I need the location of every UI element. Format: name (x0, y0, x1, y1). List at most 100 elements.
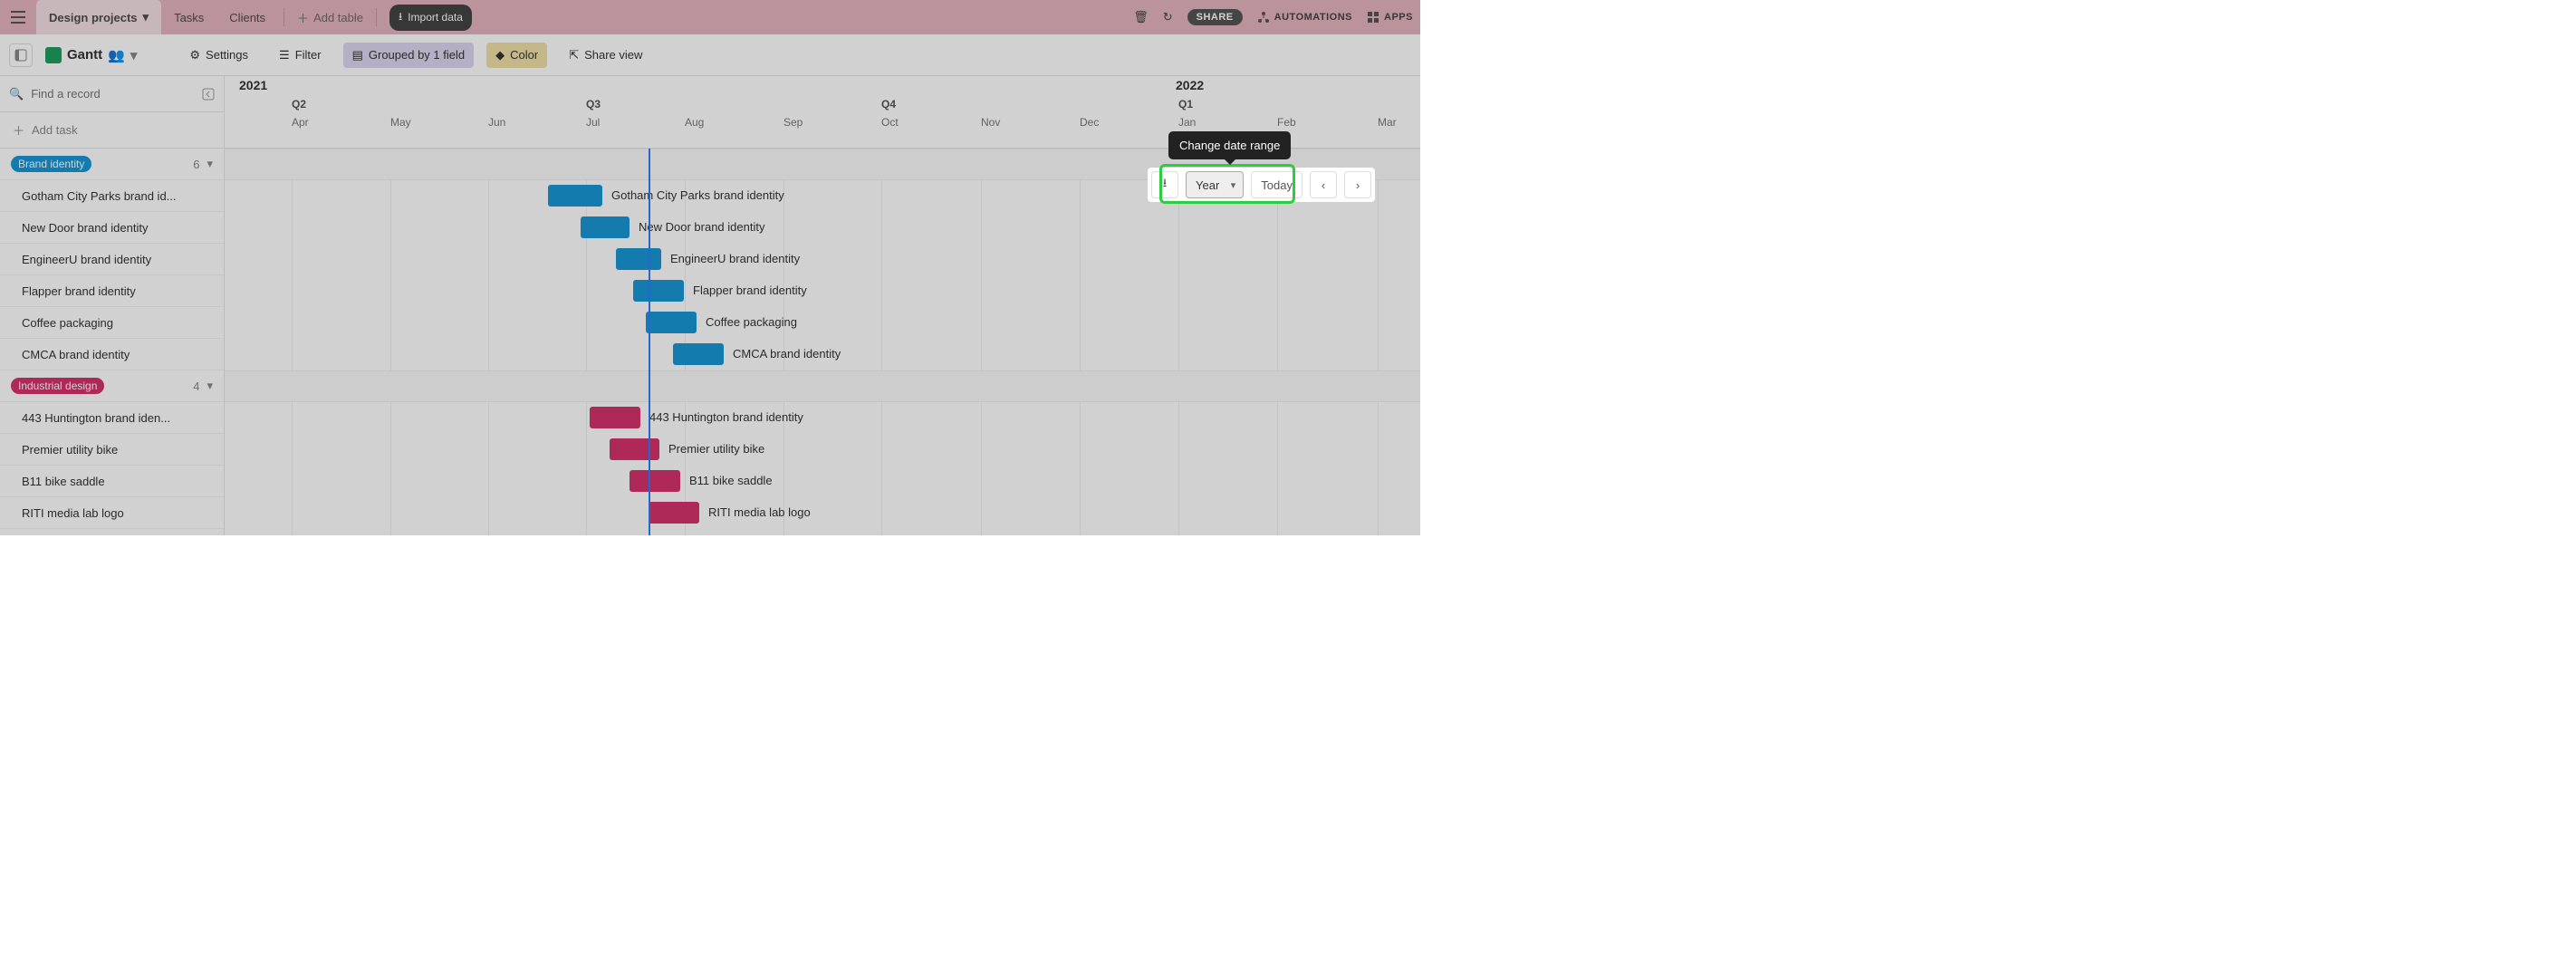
color-button[interactable]: ◆ Color (486, 43, 547, 68)
group-icon: ▤ (352, 48, 363, 62)
tab-design-projects[interactable]: Design projects ▾ (36, 0, 161, 34)
automations-button[interactable]: AUTOMATIONS (1257, 11, 1352, 24)
tab-label: Clients (229, 11, 265, 24)
month-label: Jan (1178, 116, 1196, 129)
chevron-left-icon: ‹ (1322, 178, 1325, 192)
month-label: Jun (488, 116, 505, 129)
task-row[interactable]: Coffee packaging (0, 307, 224, 339)
task-row[interactable]: Flapper brand identity (0, 275, 224, 307)
view-name[interactable]: Gantt 👥 ▾ (45, 47, 137, 63)
share-button[interactable]: SHARE (1187, 9, 1243, 25)
add-task-button[interactable]: ＋ Add task (0, 112, 224, 149)
gantt-bar-label: 443 Huntington brand identity (649, 410, 803, 424)
download-chart-button[interactable]: ⭳ (1151, 171, 1178, 198)
search-row: 🔍 (0, 76, 224, 112)
gantt-row: B11 bike saddle (225, 466, 1420, 497)
panel-toggle-button[interactable] (9, 43, 33, 67)
today-line (649, 149, 650, 535)
search-input[interactable] (31, 87, 195, 101)
task-row[interactable]: 443 Huntington brand iden... (0, 402, 224, 434)
year-label: 2021 (239, 78, 267, 92)
add-table-label: Add table (313, 11, 363, 24)
gantt-bar[interactable] (548, 185, 602, 207)
collapse-sidebar-icon[interactable] (202, 88, 215, 101)
month-label: Mar (1378, 116, 1397, 129)
gantt-bar[interactable] (633, 280, 684, 302)
gantt-bar[interactable] (616, 248, 661, 270)
view-toolbar: Gantt 👥 ▾ ⚙ Settings ☰ Filter ▤ Grouped … (0, 34, 1420, 76)
month-label: May (390, 116, 411, 129)
next-range-button[interactable]: › (1344, 171, 1371, 198)
group-header[interactable]: Industrial design4▾ (0, 370, 224, 402)
month-label: Sep (783, 116, 803, 129)
task-row[interactable]: Premier utility bike (0, 434, 224, 466)
trash-icon[interactable]: 🗑 (1133, 10, 1149, 24)
group-button[interactable]: ▤ Grouped by 1 field (343, 43, 475, 68)
year-label: 2022 (1176, 78, 1204, 92)
prev-range-button[interactable]: ‹ (1310, 171, 1337, 198)
apps-button[interactable]: APPS (1367, 11, 1413, 24)
gantt-row: Premier utility bike (225, 434, 1420, 466)
import-data-button[interactable]: ⭳ Import data (389, 5, 472, 31)
filter-label: Filter (295, 48, 322, 62)
date-range-select[interactable]: Year (1186, 171, 1244, 198)
gantt-bar-label: Coffee packaging (706, 315, 797, 329)
search-icon: 🔍 (9, 87, 24, 101)
share-view-button[interactable]: ⇱ Share view (560, 43, 651, 68)
tab-clients[interactable]: Clients (216, 0, 278, 34)
chevron-right-icon: › (1356, 178, 1360, 192)
task-sidebar: 🔍 ＋ Add task Brand identity6▾Gotham City… (0, 76, 225, 535)
menu-icon[interactable] (7, 6, 29, 28)
divider (376, 8, 377, 26)
gantt-bar-label: Gotham City Parks brand identity (611, 188, 784, 202)
gantt-bar[interactable] (649, 502, 699, 524)
gantt-bar-label: CMCA brand identity (733, 347, 841, 361)
tooltip: Change date range (1168, 131, 1291, 159)
settings-label: Settings (206, 48, 248, 62)
task-row[interactable]: RITI media lab logo (0, 497, 224, 529)
history-icon[interactable]: ↻ (1163, 10, 1173, 24)
month-label: Oct (881, 116, 899, 129)
download-icon: ⭳ (1163, 175, 1168, 195)
gantt-row: RITI media lab logo (225, 497, 1420, 529)
task-row[interactable]: Gotham City Parks brand id... (0, 180, 224, 212)
gantt-row: CMCA brand identity (225, 339, 1420, 370)
task-row[interactable]: EngineerU brand identity (0, 244, 224, 275)
gantt-row: Coffee packaging (225, 307, 1420, 339)
quarter-label: Q3 (586, 98, 601, 111)
add-table-button[interactable]: ＋ Add table (290, 9, 370, 26)
gantt-bar-label: B11 bike saddle (689, 474, 773, 487)
task-row[interactable]: B11 bike saddle (0, 466, 224, 497)
plus-icon: ＋ (13, 121, 24, 139)
gantt-row: EngineerU brand identity (225, 244, 1420, 275)
task-row[interactable]: CMCA brand identity (0, 339, 224, 370)
gantt-bar[interactable] (581, 216, 630, 238)
task-row[interactable]: New Door brand identity (0, 212, 224, 244)
people-icon: 👥 (108, 47, 125, 63)
paint-icon: ◆ (495, 48, 505, 62)
caret-down-icon[interactable]: ▾ (207, 379, 213, 393)
automations-label: AUTOMATIONS (1274, 12, 1352, 23)
gantt-bar[interactable] (646, 312, 697, 333)
gantt-bar[interactable] (610, 438, 659, 460)
top-right-actions: 🗑 ↻ SHARE AUTOMATIONS APPS (1133, 9, 1413, 25)
gantt-bar[interactable] (673, 343, 724, 365)
gantt-bar[interactable] (630, 470, 680, 492)
download-icon: ⭳ (399, 8, 402, 27)
gantt-body[interactable]: Gotham City Parks brand identity New Door… (225, 149, 1420, 535)
quarter-label: Q2 (292, 98, 306, 111)
settings-button[interactable]: ⚙ Settings (180, 43, 257, 68)
import-data-label: Import data (408, 11, 463, 24)
share-view-label: Share view (584, 48, 642, 62)
today-button[interactable]: Today (1251, 171, 1302, 198)
filter-button[interactable]: ☰ Filter (270, 43, 331, 68)
gantt-bar[interactable] (590, 407, 640, 428)
gantt-group-row (225, 370, 1420, 402)
date-range-value: Year (1196, 178, 1219, 192)
filter-icon: ☰ (279, 48, 290, 62)
tab-tasks[interactable]: Tasks (161, 0, 216, 34)
group-header[interactable]: Brand identity6▾ (0, 149, 224, 180)
caret-down-icon[interactable]: ▾ (207, 157, 213, 171)
gantt-row: New Door brand identity (225, 212, 1420, 244)
color-label: Color (510, 48, 538, 62)
